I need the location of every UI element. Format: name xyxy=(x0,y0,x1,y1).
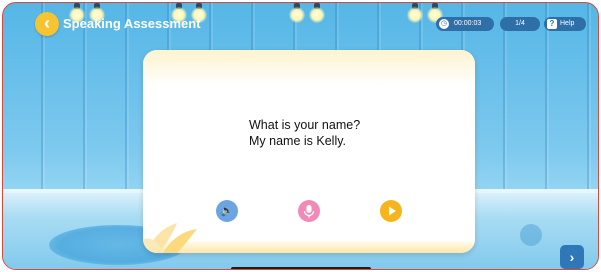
clock-icon: ◷ xyxy=(439,19,449,29)
record-button[interactable] xyxy=(298,200,320,222)
progress-badge: 1/4 xyxy=(500,17,540,31)
help-icon: ? xyxy=(547,19,557,29)
page-title: Speaking Assessment xyxy=(63,16,201,31)
back-button[interactable]: ‹ xyxy=(35,12,59,36)
question-text: What is your name? xyxy=(249,118,361,132)
leaf-decoration xyxy=(143,223,197,253)
help-button[interactable]: ? Help xyxy=(544,17,586,31)
ball-decoration xyxy=(520,224,542,246)
answer-text: My name is Kelly. xyxy=(249,134,347,148)
card-header-gradient xyxy=(143,50,475,86)
prompt-card: What is your name? My name is Kelly. 🔈 xyxy=(143,50,475,253)
timer-value: 00:00:03 xyxy=(454,20,482,27)
listen-button[interactable]: 🔈 xyxy=(216,200,238,222)
play-button[interactable] xyxy=(380,200,402,222)
home-indicator xyxy=(231,267,371,269)
help-label: Help xyxy=(560,20,575,27)
next-button[interactable]: › xyxy=(560,245,584,269)
ceiling-lamp xyxy=(289,3,333,29)
progress-value: 1/4 xyxy=(515,20,525,27)
app-screen: ‹ Speaking Assessment ◷ 00:00:03 1/4 ? H… xyxy=(2,2,599,270)
timer-badge: ◷ 00:00:03 xyxy=(436,17,494,31)
speaker-icon: 🔈 xyxy=(220,205,234,217)
microphone-icon xyxy=(303,205,315,218)
chevron-right-icon: › xyxy=(569,249,575,265)
play-icon xyxy=(389,206,396,216)
chevron-left-icon: ‹ xyxy=(44,13,50,33)
